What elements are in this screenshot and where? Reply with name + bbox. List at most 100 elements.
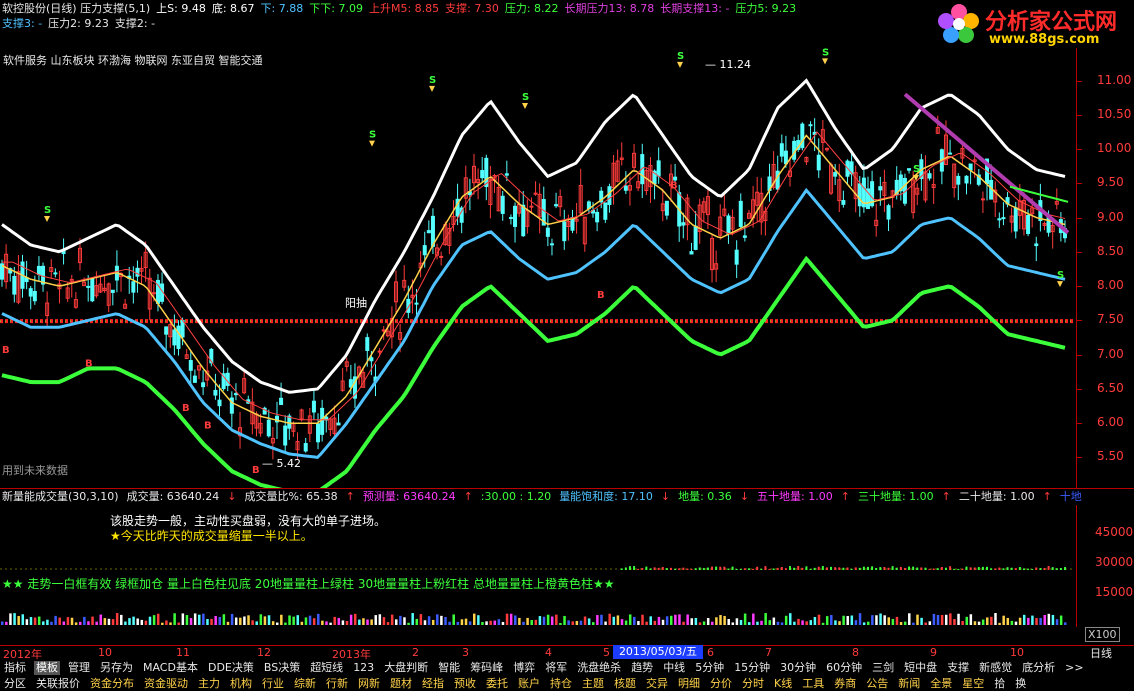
- volume-signal-bar: [706, 567, 709, 570]
- volume-signal-bar: [752, 568, 755, 570]
- toolbar-button[interactable]: 30分钟: [778, 661, 818, 675]
- volume-signal-bar: [912, 566, 915, 570]
- candle-body: [86, 285, 91, 288]
- volume-signal-bar: [879, 567, 882, 570]
- toolbar-button[interactable]: 行新: [324, 676, 350, 691]
- toolbar-button[interactable]: K线: [772, 676, 794, 691]
- price-tick: 8.50: [1097, 243, 1124, 258]
- volume-bar: [140, 619, 144, 625]
- toolbar-button[interactable]: 持仓: [548, 676, 574, 691]
- toolbar-button[interactable]: 模板: [33, 661, 60, 675]
- candle-body: [833, 172, 838, 177]
- period-label[interactable]: 日线: [1090, 645, 1112, 661]
- toolbar-button[interactable]: 三剑: [870, 661, 896, 675]
- toolbar-button[interactable]: 拾: [992, 676, 1007, 691]
- toolbar-button[interactable]: 经指: [420, 676, 446, 691]
- toolbar-button[interactable]: 资金驱动: [142, 676, 190, 691]
- toolbar-button[interactable]: 博弈: [511, 661, 537, 675]
- toolbar-button[interactable]: 60分钟: [824, 661, 864, 675]
- toolbar-button[interactable]: 新闻: [896, 676, 922, 691]
- volume-bar: [973, 621, 977, 625]
- toolbar-button[interactable]: DDE决策: [206, 661, 256, 675]
- toolbar-button[interactable]: 5分钟: [693, 661, 726, 675]
- volume-bar: [25, 619, 29, 625]
- volume-signal-bar: [862, 566, 865, 570]
- toolbar-button[interactable]: 指标: [2, 661, 28, 675]
- indicator-value: 下下: 7.09: [309, 2, 363, 15]
- toolbar-button[interactable]: 机构: [228, 676, 254, 691]
- toolbar-button[interactable]: 主力: [196, 676, 222, 691]
- toolbar-button[interactable]: 换: [1013, 676, 1028, 691]
- volume-bar: [448, 621, 451, 625]
- toolbar-button[interactable]: 将军: [543, 661, 569, 675]
- volume-bar: [932, 613, 936, 625]
- toolbar-button[interactable]: 新感觉: [977, 661, 1014, 675]
- toolbar-button[interactable]: 全景: [928, 676, 954, 691]
- toolbar-button[interactable]: 委托: [484, 676, 510, 691]
- volume-bar: [120, 614, 123, 625]
- candle-body: [12, 275, 17, 295]
- toolbar-button[interactable]: 超短线: [308, 661, 345, 675]
- toolbar-button[interactable]: 筹码峰: [468, 661, 505, 675]
- toolbar-button[interactable]: 交异: [644, 676, 670, 691]
- toolbar-button[interactable]: 工具: [800, 676, 826, 691]
- toolbar-button[interactable]: 主题: [580, 676, 606, 691]
- candle-body: [131, 281, 136, 293]
- toolbar-button[interactable]: 公告: [864, 676, 890, 691]
- toolbar-button[interactable]: 大盘判断: [382, 661, 430, 675]
- toolbar-button[interactable]: 明细: [676, 676, 702, 691]
- volume-bar: [735, 618, 739, 625]
- volume-bar: [633, 616, 636, 625]
- volume-signal-bar: [891, 566, 894, 570]
- price-chart[interactable]: S S S S S S S S B B B B B B B — 11.24 — 5.42 阳抽: [0, 48, 1075, 488]
- toolbar-button[interactable]: 123: [351, 661, 376, 675]
- toolbar-button[interactable]: 15分钟: [732, 661, 772, 675]
- volume-bar: [678, 614, 681, 625]
- toolbar-button[interactable]: 网新: [356, 676, 382, 691]
- toolbar-button[interactable]: >>: [1063, 661, 1085, 675]
- volume-bar: [415, 618, 419, 625]
- volume-signal-bar: [1006, 567, 1009, 570]
- toolbar-button[interactable]: 分区: [2, 676, 28, 691]
- toolbar-button[interactable]: 行业: [260, 676, 286, 691]
- toolbar-button[interactable]: 短中盘: [902, 661, 939, 675]
- volume-bar: [994, 613, 997, 625]
- volume-signal-bar: [1059, 568, 1062, 570]
- toolbar-button[interactable]: 支撑: [945, 661, 971, 675]
- volume-signal-bar: [842, 567, 845, 570]
- toolbar-button[interactable]: BS决策: [262, 661, 302, 675]
- toolbar-button[interactable]: 星空: [960, 676, 986, 691]
- toolbar-button[interactable]: 另存为: [98, 661, 135, 675]
- toolbar-button[interactable]: MACD基本: [141, 661, 200, 675]
- ma-line: [2, 131, 1066, 421]
- candle-body: [595, 211, 600, 223]
- volume-bar: [784, 615, 788, 625]
- toolbar-button[interactable]: 分时: [740, 676, 766, 691]
- toolbar-button[interactable]: 题材: [388, 676, 414, 691]
- zoom-button[interactable]: X100: [1085, 627, 1120, 642]
- legend-message: ★★ 走势一白框有效 绿框加仓 量上白色柱见底 20地量量柱上绿柱 30地量量柱…: [2, 577, 615, 591]
- toolbar-button[interactable]: 资金分布: [88, 676, 136, 691]
- volume-bar: [419, 614, 423, 625]
- toolbar-button[interactable]: 券商: [832, 676, 858, 691]
- toolbar-button[interactable]: 中线: [661, 661, 687, 675]
- candle-body: [504, 173, 509, 176]
- toolbar-button[interactable]: 综新: [292, 676, 318, 691]
- toolbar-button[interactable]: 预收: [452, 676, 478, 691]
- volume-signal-bar: [698, 567, 701, 570]
- toolbar-button[interactable]: 管理: [66, 661, 92, 675]
- volume-bar: [386, 622, 390, 625]
- volume-bar: [280, 614, 283, 625]
- time-tick: 8: [852, 646, 859, 659]
- toolbar-button[interactable]: 分价: [708, 676, 734, 691]
- toolbar-button[interactable]: 关联报价: [34, 676, 82, 691]
- volume-indicator-value: 成交量比%: 65.38: [244, 490, 338, 503]
- volume-indicator-value: ↑: [345, 490, 355, 503]
- toolbar-button[interactable]: 洗盘绝杀: [575, 661, 623, 675]
- toolbar-button[interactable]: 账户: [516, 676, 542, 691]
- toolbar-button[interactable]: 核题: [612, 676, 638, 691]
- toolbar-button[interactable]: 趋势: [629, 661, 655, 675]
- toolbar-button[interactable]: 底分析: [1020, 661, 1057, 675]
- volume-signal-bar: [690, 568, 693, 570]
- toolbar-button[interactable]: 智能: [436, 661, 462, 675]
